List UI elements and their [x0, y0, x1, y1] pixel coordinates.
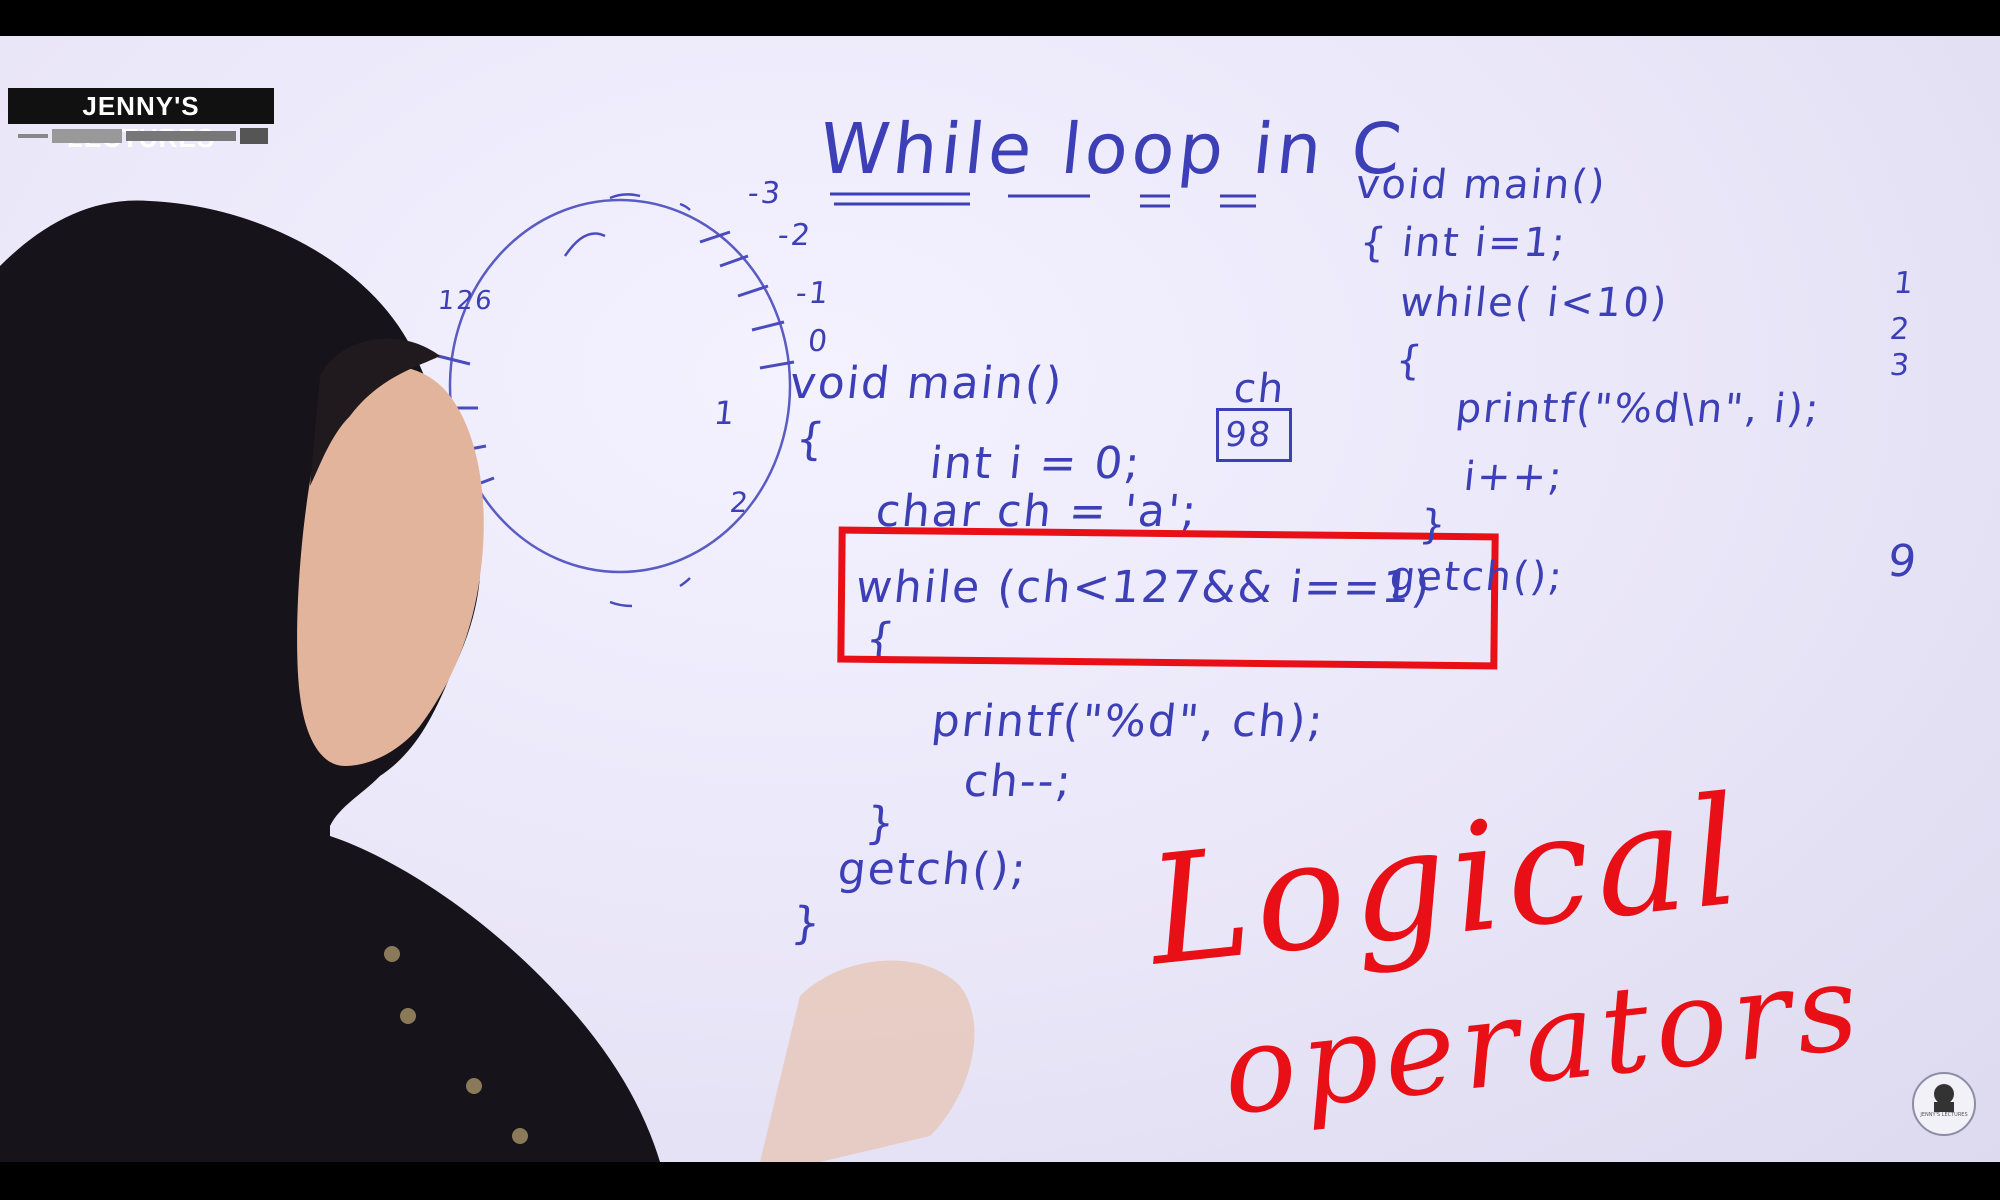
right-code-int-i: { int i=1; — [1357, 220, 1570, 266]
variable-box: 98 — [1216, 408, 1292, 462]
logo-text: JENNY'S LECTURES — [8, 88, 274, 153]
pen-icon — [18, 128, 268, 144]
right-code-increment: i++; — [1461, 454, 1567, 500]
output-value-3: 3 — [1888, 348, 1913, 383]
output-value-2: 2 — [1888, 312, 1913, 347]
variable-value: 98 — [1222, 415, 1275, 455]
presenter-figure — [0, 200, 975, 1162]
whiteboard: -3 -2 -1 0 1 2 126 While loop in C void … — [0, 36, 2000, 1162]
output-value-9: 9 — [1885, 536, 1921, 587]
right-code-void-main: void main() — [1353, 162, 1609, 208]
right-code-close-brace: } — [1417, 502, 1450, 548]
right-code-printf: printf("%d\n", i); — [1453, 386, 1823, 432]
watermark-badge: JENNY'S LECTURES — [1912, 1072, 1976, 1136]
channel-logo: JENNY'S LECTURES — [8, 88, 274, 153]
output-value-1: 1 — [1892, 266, 1917, 301]
video-frame: -3 -2 -1 0 1 2 126 While loop in C void … — [0, 0, 2000, 1200]
right-code-getch: getch(); — [1387, 554, 1567, 600]
right-code-while: while( i<10) — [1397, 280, 1671, 326]
avatar-icon — [1934, 1084, 1954, 1112]
badge-text: JENNY'S LECTURES — [1920, 1112, 1968, 1118]
right-code-open-brace: { — [1393, 338, 1426, 384]
variable-label: ch — [1231, 366, 1288, 412]
